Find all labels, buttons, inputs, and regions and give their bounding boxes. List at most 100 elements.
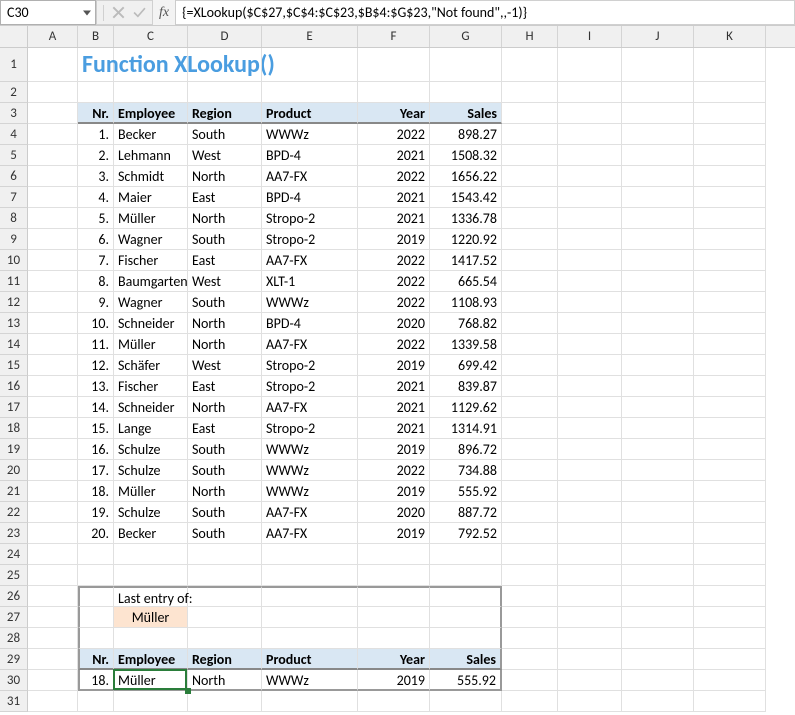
cell[interactable] bbox=[28, 502, 78, 523]
cell-nr[interactable]: 14. bbox=[78, 397, 114, 418]
cell-product[interactable]: Stropo-2 bbox=[262, 376, 358, 397]
cell-region[interactable]: North bbox=[188, 334, 262, 355]
cell[interactable] bbox=[558, 166, 622, 187]
cell-sales[interactable]: 1508.32 bbox=[430, 145, 502, 166]
hdr-region[interactable]: Region bbox=[188, 103, 262, 124]
row-header[interactable]: 4 bbox=[0, 124, 28, 145]
cell[interactable] bbox=[558, 481, 622, 502]
cell[interactable] bbox=[28, 649, 78, 670]
cell[interactable] bbox=[558, 229, 622, 250]
cell-employee[interactable]: Baumgarten bbox=[114, 271, 188, 292]
col-header-G[interactable]: G bbox=[430, 26, 502, 47]
cell-nr[interactable]: 11. bbox=[78, 334, 114, 355]
result-product[interactable]: WWWz bbox=[262, 670, 358, 691]
cell-employee[interactable]: Schulze bbox=[114, 439, 188, 460]
result-nr[interactable]: 18. bbox=[78, 670, 114, 691]
cell[interactable] bbox=[28, 271, 78, 292]
cell-nr[interactable]: 15. bbox=[78, 418, 114, 439]
cell[interactable] bbox=[622, 649, 694, 670]
fill-handle[interactable] bbox=[185, 688, 191, 694]
cell[interactable] bbox=[558, 334, 622, 355]
cell-employee[interactable]: Schneider bbox=[114, 313, 188, 334]
cell[interactable] bbox=[502, 208, 558, 229]
cell[interactable] bbox=[262, 48, 358, 82]
cell[interactable] bbox=[262, 628, 358, 649]
cell[interactable] bbox=[694, 313, 766, 334]
cell[interactable] bbox=[188, 607, 262, 628]
cell[interactable] bbox=[694, 229, 766, 250]
cell-region[interactable]: South bbox=[188, 502, 262, 523]
cell[interactable] bbox=[622, 229, 694, 250]
row-header[interactable]: 31 bbox=[0, 691, 28, 712]
cell[interactable] bbox=[114, 565, 188, 586]
cell-employee[interactable]: Schäfer bbox=[114, 355, 188, 376]
cell-year[interactable]: 2022 bbox=[358, 124, 430, 145]
cell-employee[interactable]: Becker bbox=[114, 523, 188, 544]
row-header[interactable]: 9 bbox=[0, 229, 28, 250]
cell[interactable] bbox=[78, 607, 114, 628]
cell-year[interactable]: 2022 bbox=[358, 166, 430, 187]
cell-employee[interactable]: Müller bbox=[114, 481, 188, 502]
cell-product[interactable]: AA7-FX bbox=[262, 523, 358, 544]
cell-sales[interactable]: 1656.22 bbox=[430, 166, 502, 187]
cell-nr[interactable]: 18. bbox=[78, 481, 114, 502]
row-header[interactable]: 3 bbox=[0, 103, 28, 124]
cell[interactable] bbox=[558, 460, 622, 481]
hdr-year[interactable]: Year bbox=[358, 649, 430, 670]
cell[interactable] bbox=[188, 82, 262, 103]
cell-product[interactable]: WWWz bbox=[262, 460, 358, 481]
result-year[interactable]: 2019 bbox=[358, 670, 430, 691]
cell[interactable] bbox=[78, 82, 114, 103]
name-box[interactable]: C30 bbox=[0, 0, 96, 25]
cell-product[interactable]: AA7-FX bbox=[262, 334, 358, 355]
cell[interactable] bbox=[28, 124, 78, 145]
cell[interactable] bbox=[558, 292, 622, 313]
cell[interactable] bbox=[622, 502, 694, 523]
cell[interactable] bbox=[558, 355, 622, 376]
cell-product[interactable]: Stropo-2 bbox=[262, 208, 358, 229]
row-header[interactable]: 8 bbox=[0, 208, 28, 229]
cell[interactable] bbox=[502, 313, 558, 334]
cell[interactable] bbox=[622, 628, 694, 649]
result-sales[interactable]: 555.92 bbox=[430, 670, 502, 691]
row-header[interactable]: 16 bbox=[0, 376, 28, 397]
cell-region[interactable]: South bbox=[188, 460, 262, 481]
cell[interactable] bbox=[558, 691, 622, 712]
cell-region[interactable]: South bbox=[188, 292, 262, 313]
cell-product[interactable]: WWWz bbox=[262, 439, 358, 460]
row-header[interactable]: 1 bbox=[0, 48, 28, 82]
cell-sales[interactable]: 1417.52 bbox=[430, 250, 502, 271]
cell[interactable] bbox=[78, 691, 114, 712]
cell[interactable] bbox=[188, 48, 262, 82]
row-header[interactable]: 7 bbox=[0, 187, 28, 208]
cell[interactable] bbox=[430, 691, 502, 712]
cell[interactable] bbox=[558, 565, 622, 586]
cell[interactable] bbox=[358, 691, 430, 712]
cell[interactable] bbox=[694, 523, 766, 544]
cell[interactable] bbox=[78, 628, 114, 649]
cell[interactable] bbox=[622, 460, 694, 481]
cell-product[interactable]: WWWz bbox=[262, 481, 358, 502]
cell-nr[interactable]: 8. bbox=[78, 271, 114, 292]
cell[interactable] bbox=[622, 439, 694, 460]
cell[interactable] bbox=[622, 187, 694, 208]
cell-employee[interactable]: Schneider bbox=[114, 397, 188, 418]
cell-employee[interactable]: Fischer bbox=[114, 376, 188, 397]
cell[interactable] bbox=[358, 544, 430, 565]
col-header-H[interactable]: H bbox=[502, 26, 558, 47]
col-header-F[interactable]: F bbox=[358, 26, 430, 47]
cell-employee[interactable]: Lange bbox=[114, 418, 188, 439]
result-employee[interactable]: Müller bbox=[114, 670, 188, 691]
lookup-value[interactable]: Müller bbox=[114, 607, 188, 628]
cell-product[interactable]: Stropo-2 bbox=[262, 418, 358, 439]
cell[interactable] bbox=[430, 48, 502, 82]
cell[interactable] bbox=[262, 586, 358, 607]
cell-sales[interactable]: 1220.92 bbox=[430, 229, 502, 250]
cell[interactable] bbox=[430, 565, 502, 586]
cell[interactable] bbox=[622, 586, 694, 607]
cell-sales[interactable]: 699.42 bbox=[430, 355, 502, 376]
cell[interactable] bbox=[502, 48, 558, 82]
cell[interactable] bbox=[430, 607, 502, 628]
cell-sales[interactable]: 1339.58 bbox=[430, 334, 502, 355]
cell[interactable] bbox=[622, 691, 694, 712]
